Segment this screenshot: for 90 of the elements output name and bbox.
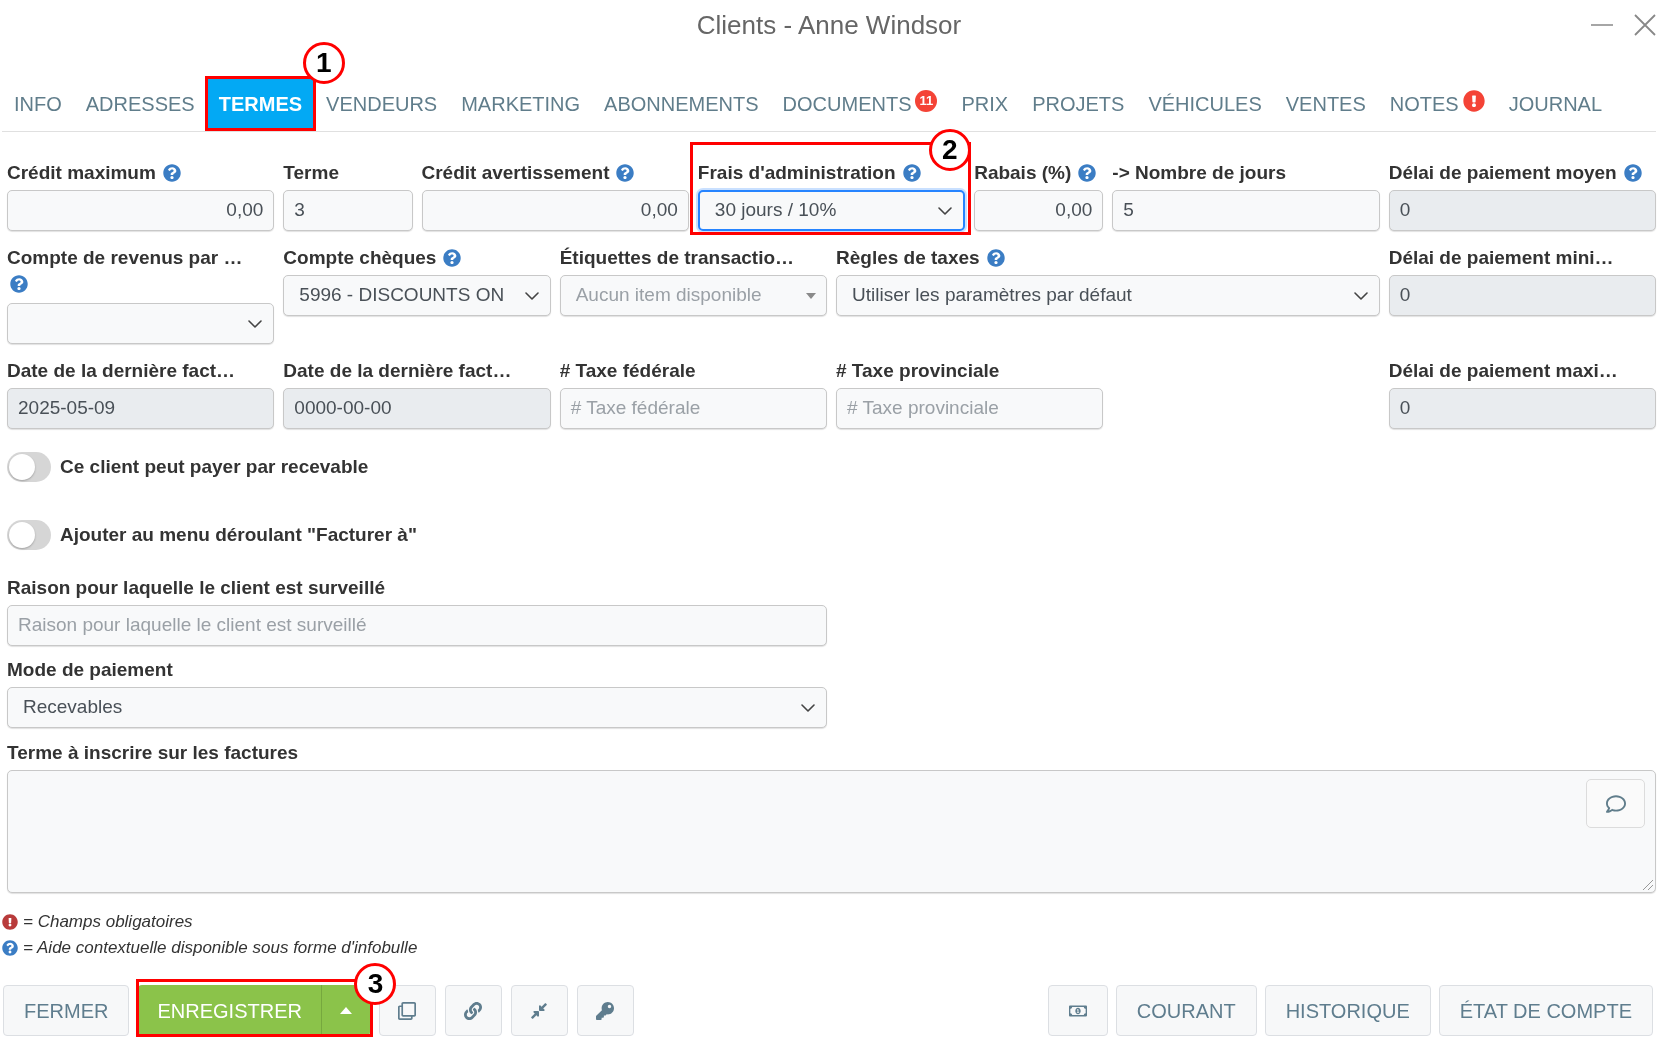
field-label: Frais d'administration	[697, 161, 896, 185]
select-field[interactable]: Utiliser les paramètres par défaut	[836, 275, 1380, 316]
select-field[interactable]	[7, 303, 275, 344]
field-label: # Taxe fédérale	[559, 359, 696, 383]
dropdown-field[interactable]: Aucun item disponible	[559, 275, 827, 316]
field-label: Étiquettes de transactio…	[559, 246, 795, 270]
action-button[interactable]: FERMER	[3, 985, 130, 1036]
help-icon	[2, 940, 18, 956]
window-title: Clients - Anne Windsor	[696, 8, 962, 42]
select-field[interactable]: 5996 - DISCOUNTS ON	[283, 275, 551, 316]
link-button[interactable]	[444, 985, 502, 1036]
tab[interactable]: INFO	[2, 78, 74, 129]
chevron-down-icon	[524, 291, 539, 300]
input-field[interactable]: 3	[283, 190, 413, 231]
key-icon	[596, 1001, 615, 1020]
field-label: Crédit avertissement	[421, 161, 610, 185]
tab[interactable]: PROJETS	[1020, 78, 1137, 129]
tab[interactable]: VÉHICULES	[1136, 78, 1274, 129]
input-field[interactable]: # Taxe provinciale	[836, 388, 1104, 429]
callout-number: 2	[928, 129, 971, 171]
tab[interactable]: NOTES	[1377, 78, 1497, 129]
field-label: -> Nombre de jours	[1112, 161, 1286, 185]
tab[interactable]: DOCUMENTS 11	[770, 78, 950, 129]
resize-handle-icon	[1643, 880, 1653, 890]
toggle-label: Ajouter au menu déroulant "Facturer à"	[60, 522, 417, 547]
alert-icon	[1462, 90, 1485, 112]
field-label: Rabais (%)	[974, 161, 1072, 185]
tab[interactable]: ABONNEMENTS	[592, 78, 771, 129]
input-field[interactable]: 5	[1112, 190, 1380, 231]
field-label: Délai de paiement maxi…	[1388, 359, 1618, 383]
input-field[interactable]: Raison pour laquelle le client est surveillé	[7, 605, 827, 646]
tab[interactable]: JOURNAL	[1496, 78, 1615, 129]
notification-badge: 11	[915, 90, 938, 112]
help-icon[interactable]	[10, 275, 28, 293]
compress-button[interactable]	[510, 985, 568, 1036]
select-field[interactable]: 30 jours / 10%	[697, 190, 966, 231]
legend-text: = Champs obligatoires	[23, 911, 193, 933]
legend-text: = Aide contextuelle disponible sous forme d'infobulle	[23, 937, 418, 959]
close-icon[interactable]	[1634, 14, 1656, 36]
compress-arrows-icon	[530, 1001, 549, 1020]
field-label: Date de la dernière fact…	[7, 359, 236, 383]
number-field[interactable]: 0,00	[974, 190, 1104, 231]
field-label: Mode de paiement	[7, 658, 173, 682]
field-label: Crédit maximum	[7, 161, 156, 185]
tab[interactable]: ADRESSES	[73, 78, 207, 129]
field-label: Date de la dernière fact…	[283, 359, 512, 383]
tab[interactable]: VENTES	[1273, 78, 1378, 129]
input-field[interactable]: # Taxe fédérale	[559, 388, 827, 429]
help-icon[interactable]	[1078, 164, 1097, 182]
field-label: Terme à inscrire sur les factures	[7, 741, 299, 765]
field-label: Règles de taxes	[836, 246, 980, 270]
field-label: Raison pour laquelle le client est surveillé	[7, 576, 385, 600]
key-button[interactable]	[576, 985, 634, 1036]
toggle-switch[interactable]	[7, 520, 51, 550]
action-button[interactable]: ÉTAT DE COMPTE	[1438, 985, 1653, 1036]
tab[interactable]: MARKETING	[449, 78, 593, 129]
help-icon[interactable]	[986, 249, 1005, 267]
caret-up-icon	[339, 1007, 352, 1014]
field-label: Terme	[283, 161, 339, 185]
chevron-down-icon	[248, 319, 263, 328]
caret-down-icon	[806, 292, 816, 299]
tab[interactable]: PRIX	[949, 78, 1021, 129]
action-button[interactable]: COURANT	[1115, 985, 1257, 1036]
field-label: Compte de revenus par …	[7, 246, 243, 270]
field-label: Compte chèques	[283, 246, 437, 270]
field-label: Délai de paiement moyen	[1388, 161, 1617, 185]
field-label: Délai de paiement mini…	[1388, 246, 1614, 270]
chevron-down-icon	[938, 206, 953, 215]
comment-button[interactable]	[1586, 779, 1645, 828]
toggle-label: Ce client peut payer par recevable	[60, 454, 369, 479]
help-icon[interactable]	[616, 164, 635, 182]
number-field[interactable]: 0,00	[7, 190, 275, 231]
help-icon[interactable]	[902, 164, 921, 182]
chevron-down-icon	[801, 703, 815, 712]
speech-bubble-icon	[1605, 793, 1626, 814]
select-field[interactable]: Recevables	[7, 687, 827, 728]
number-field[interactable]: 0,00	[421, 190, 689, 231]
help-icon[interactable]	[443, 249, 462, 267]
copy-icon	[398, 1001, 417, 1020]
chevron-down-icon	[1353, 291, 1368, 300]
banknote-button[interactable]	[1047, 985, 1108, 1036]
callout-number: 1	[302, 42, 345, 84]
help-icon[interactable]	[162, 164, 181, 182]
tab[interactable]: TERMES	[206, 78, 315, 129]
callout-number: 3	[354, 963, 397, 1005]
toggle-switch[interactable]	[7, 452, 51, 482]
link-icon	[464, 1001, 483, 1020]
exclamation-icon	[2, 914, 18, 930]
action-button[interactable]: HISTORIQUE	[1264, 985, 1431, 1036]
field-label: # Taxe provinciale	[836, 359, 1000, 383]
